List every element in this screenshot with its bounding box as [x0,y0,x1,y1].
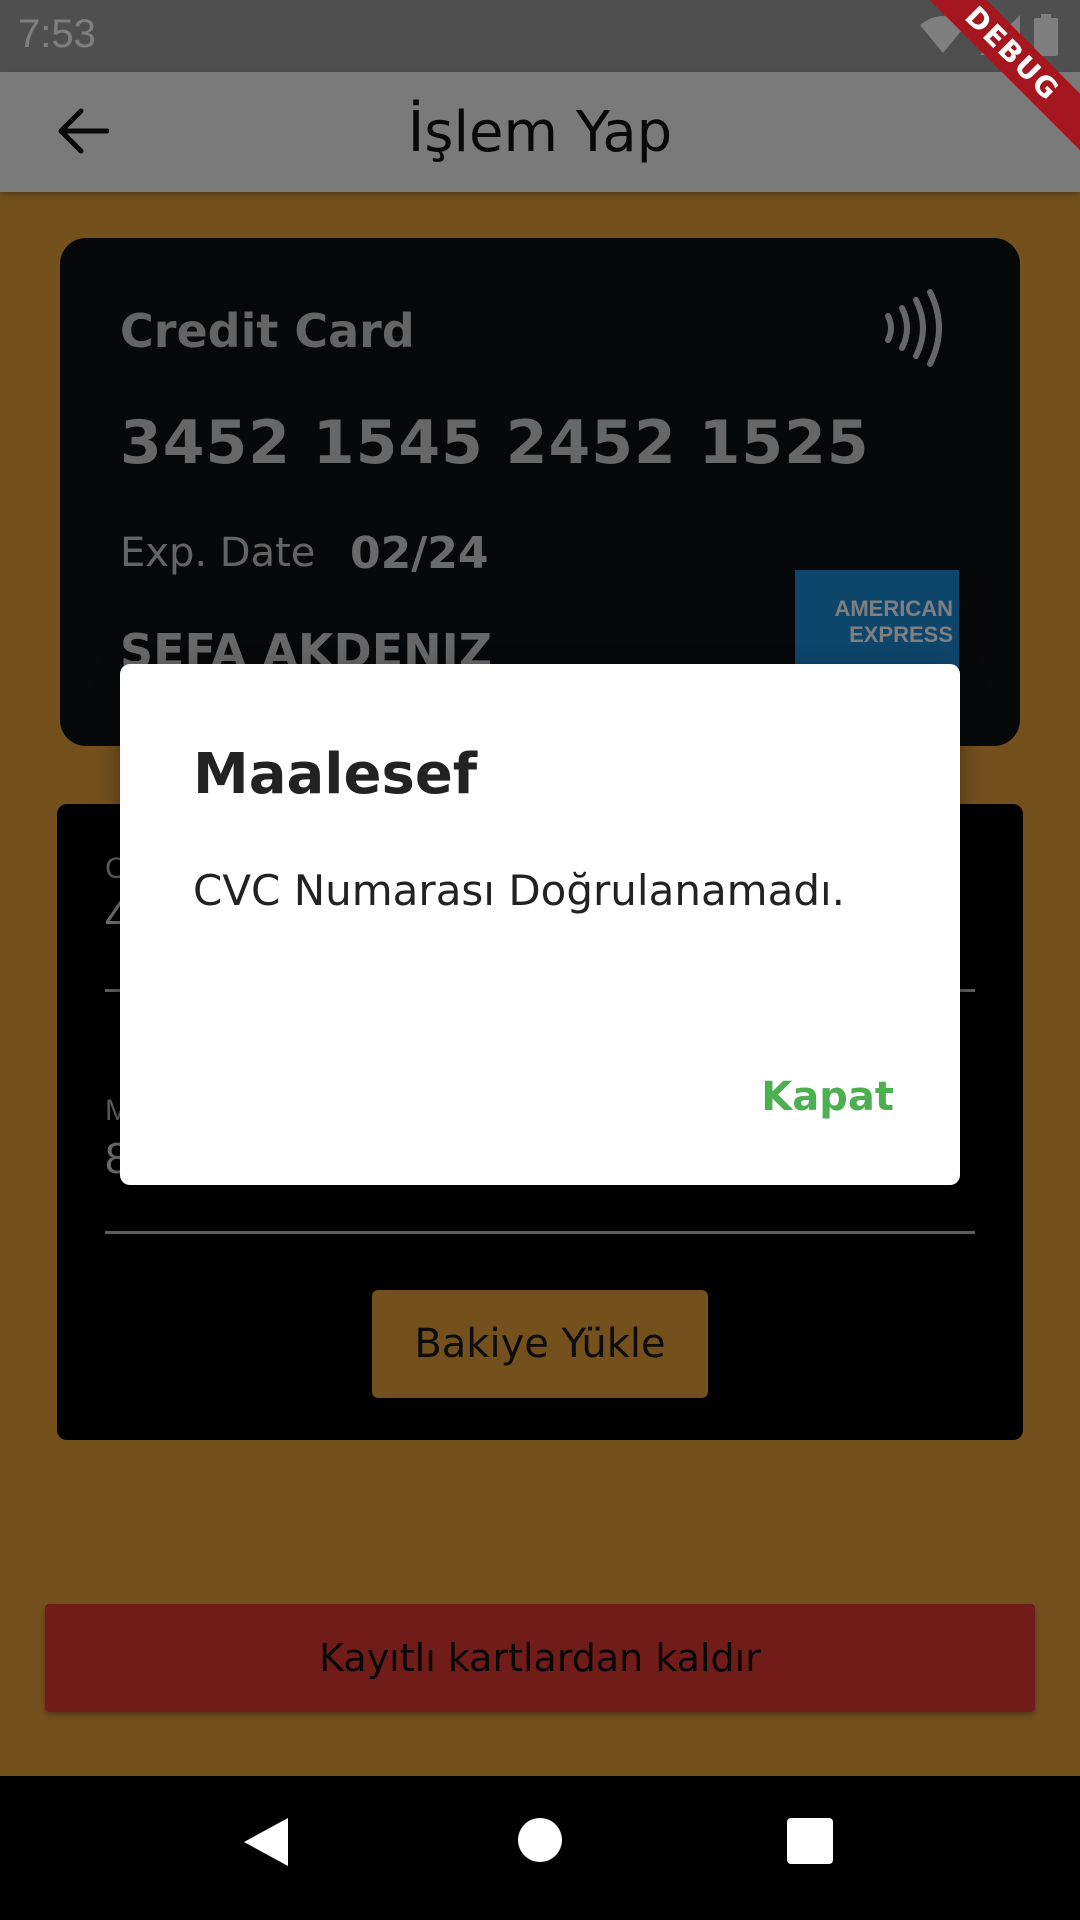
alert-dialog: Maalesef CVC Numarası Doğrulanamadı. Kap… [120,664,960,1185]
system-nav-bar [0,1776,1080,1920]
dialog-title: Maalesef [193,742,478,807]
nav-home-icon[interactable] [518,1818,562,1862]
nav-back-icon[interactable] [244,1818,288,1871]
dialog-message: CVC Numarası Doğrulanamadı. [193,866,846,915]
app-screen: 7:53 DEBUG İşlem Yap Credit Card [0,0,1080,1920]
nav-recents-icon[interactable] [787,1818,833,1864]
close-dialog-button[interactable]: Kapat [761,1064,894,1130]
